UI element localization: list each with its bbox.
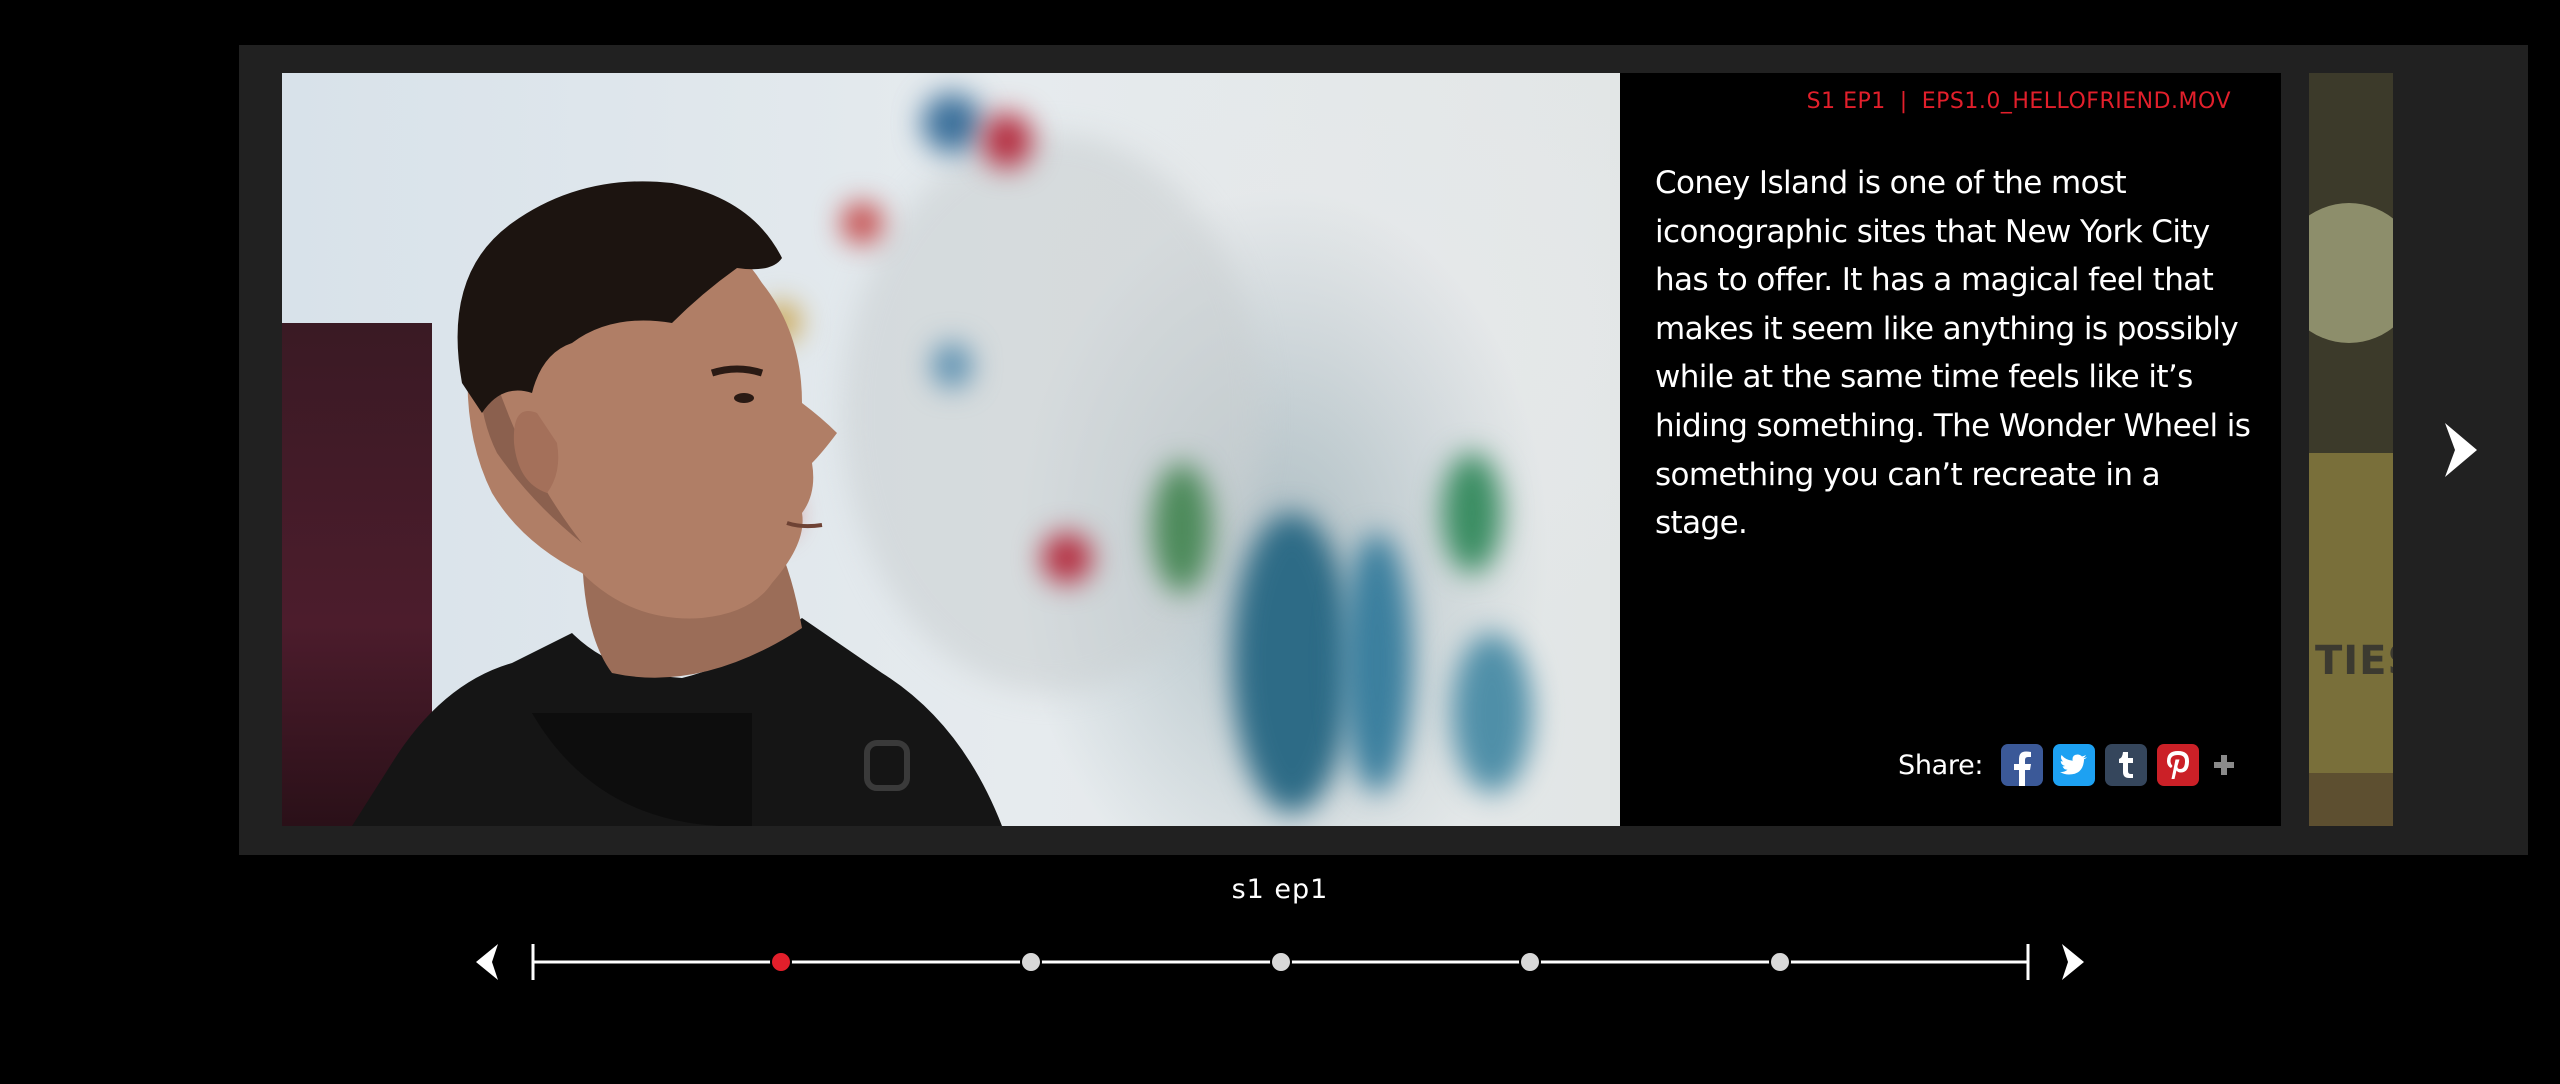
slide-caption-panel: S1 EP1 | EPS1.0_HELLOFRIEND.MOV Coney Isla…	[1620, 73, 2281, 826]
plus-icon	[2214, 755, 2235, 775]
episode-tag: S1 EP1 | EPS1.0_HELLOFRIEND.MOV	[1807, 89, 2231, 114]
pinterest-icon	[2167, 751, 2190, 779]
next-slide-preview-art	[2309, 73, 2393, 826]
tumblr-icon	[2119, 752, 2134, 778]
timeline-point-active[interactable]	[770, 951, 792, 973]
share-pinterest-button[interactable]	[2157, 744, 2200, 786]
man-portrait	[352, 181, 1002, 826]
next-slide-preview[interactable]: TIES	[2309, 73, 2393, 826]
slide-card: S1 EP1 | EPS1.0_HELLOFRIEND.MOV Coney Isla…	[282, 73, 2281, 826]
timeline-point[interactable]	[1270, 951, 1292, 973]
timeline-next-button[interactable]	[2062, 944, 2084, 980]
slide-description: Coney Island is one of the most iconogra…	[1655, 165, 2251, 542]
share-twitter-button[interactable]	[2053, 744, 2096, 786]
episode-photo	[282, 73, 1620, 826]
timeline-point[interactable]	[1769, 951, 1791, 973]
next-slide-button[interactable]	[2443, 423, 2477, 477]
facebook-icon	[2014, 751, 2032, 786]
share-label: Share:	[1898, 749, 1984, 781]
chevron-right-icon	[2445, 423, 2477, 477]
share-tumblr-button[interactable]	[2105, 744, 2148, 786]
timeline-episode-label: s1 ep1	[1231, 874, 1329, 905]
episode-timeline	[476, 944, 2084, 980]
share-bar: Share:	[1898, 743, 2237, 787]
twitter-icon	[2060, 754, 2088, 775]
share-facebook-button[interactable]	[2001, 744, 2044, 786]
next-slide-peek-text: TIES	[2315, 638, 2393, 684]
episode-file-name: EPS1.0_HELLOFRIEND.MOV	[1921, 89, 2231, 114]
timeline-point[interactable]	[1519, 951, 1541, 973]
episode-separator: |	[1899, 89, 1908, 114]
episode-code: S1 EP1	[1806, 89, 1886, 114]
timeline-prev-button[interactable]	[476, 944, 498, 980]
share-more-button[interactable]	[2211, 752, 2237, 778]
timeline-point[interactable]	[1020, 951, 1042, 973]
